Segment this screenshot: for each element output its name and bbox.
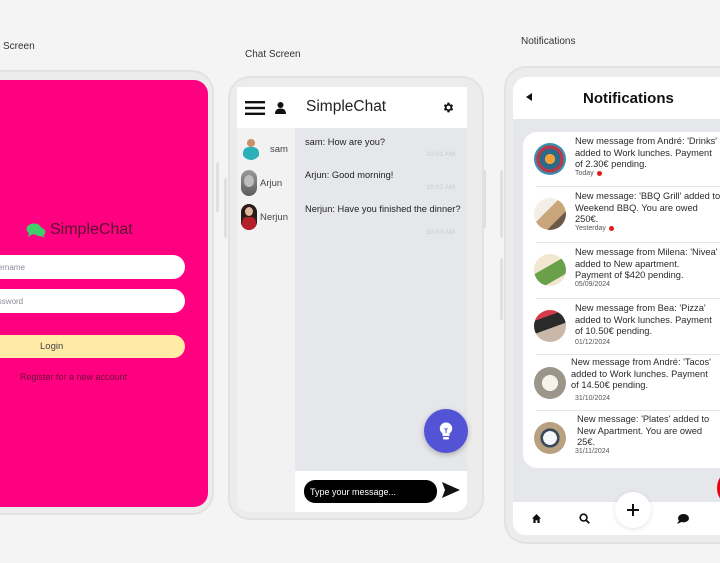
notification-avatar — [534, 143, 566, 175]
notification-text: New message from André: 'Drinks' added t… — [575, 136, 718, 169]
contact-item[interactable]: Arjun — [241, 170, 282, 196]
notification-item[interactable]: New message from André: 'Tacos' added to… — [523, 355, 720, 410]
notification-avatar — [534, 367, 566, 399]
search-icon[interactable] — [579, 513, 590, 524]
contact-avatar — [241, 204, 257, 230]
side-button — [500, 258, 503, 320]
bottom-navigation — [513, 492, 720, 535]
plus-icon — [627, 504, 639, 516]
notification-item[interactable]: New message from André: 'Drinks' added t… — [523, 132, 720, 187]
lightbulb-icon — [439, 422, 453, 440]
login-screen: SimpleChat Login Register for a new acco… — [0, 80, 208, 507]
chat-phone-frame: SimpleChat sam Arjun Nerjun sam: How are… — [224, 76, 486, 520]
message-time: 10:01 AM — [426, 151, 455, 158]
notification-avatar — [534, 310, 566, 342]
design-canvas: Screen Chat Screen Notifications SimpleC… — [0, 0, 720, 563]
notification-text: New message: 'BBQ Grill' added to Weeken… — [575, 191, 720, 224]
side-button — [500, 170, 503, 238]
message-time: 10:02 AM — [426, 184, 455, 191]
send-icon[interactable] — [442, 482, 460, 498]
contact-item[interactable]: sam — [241, 138, 288, 160]
password-input[interactable] — [0, 289, 185, 313]
contact-name: Nerjun — [260, 211, 288, 223]
login-button[interactable]: Login — [0, 335, 185, 358]
home-icon[interactable] — [532, 514, 541, 523]
add-button[interactable] — [615, 492, 651, 528]
notification-text: New message from Milena: 'Nivea' added t… — [575, 247, 718, 280]
contact-name: sam — [270, 143, 288, 155]
message-text: sam: How are you? — [305, 137, 386, 147]
contact-avatar — [241, 138, 261, 160]
contact-avatar — [241, 170, 257, 196]
login-logo: SimpleChat — [26, 221, 133, 239]
notification-date-text: Today — [575, 170, 594, 177]
notification-item[interactable]: New message from Milena: 'Nivea' added t… — [523, 243, 720, 298]
notification-avatar — [534, 198, 566, 230]
notifications-header: Notifications — [513, 77, 720, 119]
frame-label-chat: Chat Screen — [245, 49, 301, 60]
unread-dot — [608, 226, 614, 231]
lightbulb-fab-button[interactable] — [424, 409, 468, 453]
notifications-list: New message from André: 'Drinks' added t… — [523, 132, 720, 468]
frame-label-login: Screen — [3, 41, 35, 52]
notification-avatar — [534, 422, 566, 454]
side-button — [224, 178, 227, 238]
notification-date: 01/12/2024 — [575, 339, 611, 346]
notification-date: 31/10/2024 — [575, 395, 611, 402]
contact-list: sam Arjun Nerjun — [237, 128, 295, 512]
notifications-phone-frame: Notifications New message from André: 'D… — [500, 66, 720, 544]
login-app-name: SimpleChat — [50, 221, 133, 238]
chat-bubbles-logo-icon — [26, 223, 46, 238]
message-input-bar — [295, 471, 467, 512]
login-phone-frame: SimpleChat Login Register for a new acco… — [0, 70, 219, 515]
notification-text: New message: 'Plates' added to New Apart… — [577, 414, 710, 447]
side-button — [483, 170, 486, 228]
message-input[interactable] — [304, 480, 437, 503]
unread-dot — [596, 171, 602, 176]
notification-avatar — [534, 254, 566, 286]
side-button — [216, 162, 219, 212]
chat-app-title: SimpleChat — [306, 98, 387, 115]
frame-label-notifications: Notifications — [521, 36, 576, 47]
chat-bubble-icon[interactable] — [677, 514, 689, 524]
contact-item[interactable]: Nerjun — [241, 204, 288, 230]
notification-date-text: Yesterday — [575, 225, 606, 232]
notification-item[interactable]: New message: 'Plates' added to New Apart… — [523, 411, 720, 466]
message-text: Nerjun: Have you finished the dinner? — [305, 204, 461, 214]
gear-icon[interactable] — [442, 101, 455, 114]
hamburger-icon[interactable] — [245, 101, 265, 115]
notification-text: New message from André: 'Tacos' added to… — [571, 357, 711, 390]
register-link[interactable]: Register for a new account — [20, 372, 127, 382]
notification-date: 05/09/2024 — [575, 281, 611, 288]
notifications-screen: Notifications New message from André: 'D… — [513, 77, 720, 535]
notification-text: New message from Bea: 'Pizza' added to W… — [575, 303, 712, 336]
user-icon[interactable] — [275, 102, 286, 114]
notification-date: Today — [575, 170, 602, 177]
notification-item[interactable]: New message: 'BBQ Grill' added to Weeken… — [523, 187, 720, 242]
contact-name: Arjun — [260, 177, 283, 189]
notification-date: Yesterday — [575, 225, 614, 232]
username-input[interactable] — [0, 255, 185, 279]
notifications-title: Notifications — [583, 90, 674, 107]
message-time: 10:03 AM — [426, 229, 455, 236]
notification-date: 31/11/2024 — [575, 448, 610, 455]
chat-header: SimpleChat — [237, 87, 467, 128]
notification-item[interactable]: New message from Bea: 'Pizza' added to W… — [523, 299, 720, 354]
message-text: Arjun: Good morning! — [305, 170, 394, 180]
back-arrow-icon[interactable] — [526, 93, 532, 101]
